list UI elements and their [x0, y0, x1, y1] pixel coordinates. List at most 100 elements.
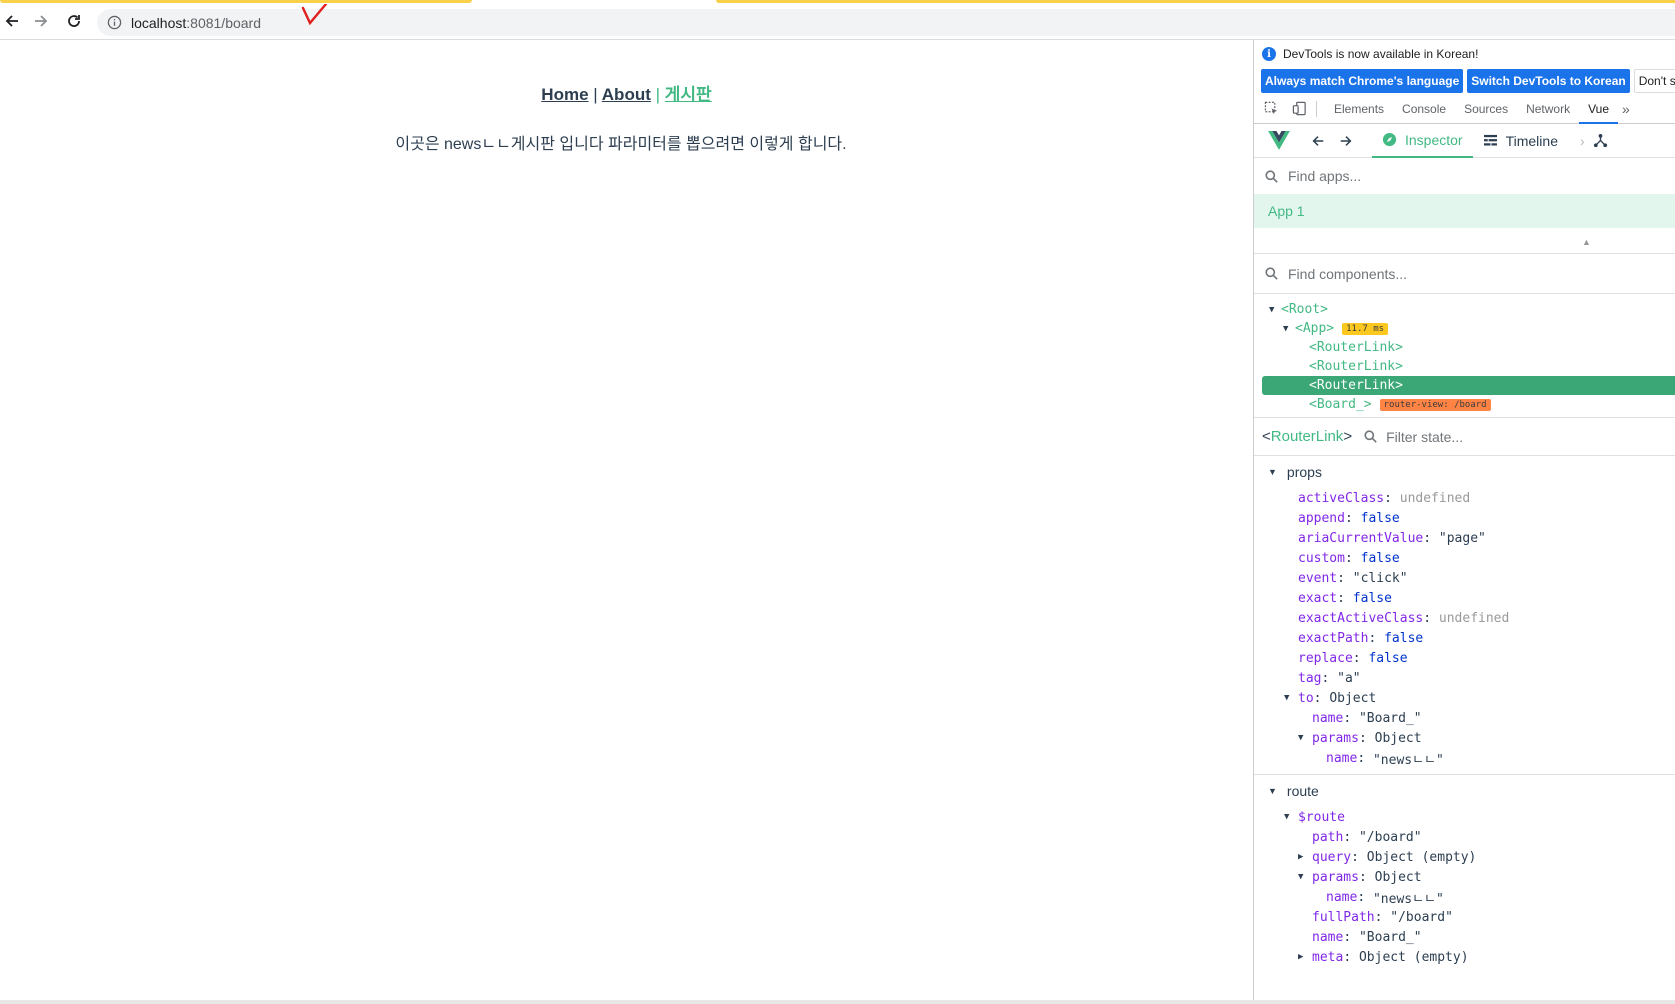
route-row[interactable]: name: "newsㄴㄴ"	[1254, 887, 1675, 907]
history-back-button[interactable]	[1304, 134, 1332, 148]
prop-row[interactable]: ariaCurrentValue: "page"	[1254, 528, 1675, 548]
timeline-label: Timeline	[1505, 132, 1558, 149]
section-title: props	[1286, 464, 1322, 480]
url-host: localhost	[131, 15, 187, 31]
prop-row[interactable]: custom: false	[1254, 548, 1675, 568]
prop-row[interactable]: activeClass: undefined	[1254, 488, 1675, 508]
tab-elements[interactable]: Elements	[1325, 94, 1393, 124]
find-components-input[interactable]: Find components...	[1254, 254, 1675, 294]
nav-separator: |	[593, 85, 598, 104]
expand-triangle-icon: ▶	[1298, 852, 1304, 862]
prop-row[interactable]: exactPath: false	[1254, 628, 1675, 648]
prop-row-params[interactable]: ▼ params: Object	[1254, 728, 1675, 748]
url-text[interactable]: localhost:8081/board	[131, 15, 261, 31]
find-apps-input[interactable]: Find apps...	[1254, 158, 1675, 194]
inspect-element-button[interactable]	[1260, 99, 1282, 119]
back-button[interactable]	[0, 9, 24, 33]
node-name: <Board_>	[1309, 397, 1372, 412]
find-components-placeholder: Find components...	[1288, 265, 1408, 282]
tab-console[interactable]: Console	[1393, 94, 1455, 124]
tree-node-routerlink[interactable]: <RouterLink>	[1254, 338, 1675, 357]
prop-row[interactable]: exactActiveClass: undefined	[1254, 608, 1675, 628]
device-icon	[1292, 101, 1306, 116]
node-name: <RouterLink>	[1309, 340, 1403, 355]
route-row[interactable]: fullPath: "/board"	[1254, 907, 1675, 927]
node-name: <RouterLink>	[1309, 359, 1403, 374]
address-bar[interactable]: localhost:8081/board	[97, 9, 1675, 36]
route-row[interactable]: ▶ meta: Object (empty)	[1254, 947, 1675, 967]
search-icon	[1265, 169, 1278, 183]
prop-row[interactable]: name: "Board_"	[1254, 708, 1675, 728]
arrow-right-icon	[1340, 135, 1352, 146]
tree-node-app[interactable]: ▼ <App> 11.7 ms	[1254, 319, 1675, 338]
caret-up-icon: ▲	[1582, 237, 1591, 247]
section-title: route	[1286, 783, 1319, 799]
prop-row[interactable]: name: "newsㄴㄴ"	[1254, 748, 1675, 768]
tab-sources[interactable]: Sources	[1455, 94, 1517, 124]
reload-button[interactable]	[62, 9, 86, 33]
tab-inspector[interactable]: Inspector	[1372, 124, 1473, 158]
more-tabs-icon[interactable]: »	[1618, 101, 1634, 117]
route-row[interactable]: ▶ query: Object (empty)	[1254, 847, 1675, 867]
render-time-badge: 11.7 ms	[1342, 322, 1389, 335]
selected-component-name: <RouterLink>	[1262, 428, 1353, 445]
pane-resize-handle[interactable]: ▲	[1254, 228, 1675, 254]
arrow-left-icon	[1312, 135, 1324, 146]
prop-row[interactable]: exact: false	[1254, 588, 1675, 608]
filter-state-input[interactable]: Filter state...	[1386, 429, 1463, 445]
tab-timeline[interactable]: Timeline	[1473, 124, 1568, 158]
inspector-label: Inspector	[1405, 131, 1463, 148]
site-info-icon[interactable]	[107, 15, 122, 35]
dont-show-button[interactable]: Don't show	[1633, 69, 1675, 93]
arrow-right-icon	[35, 15, 48, 27]
switch-language-button[interactable]: Switch DevTools to Korean	[1467, 69, 1630, 93]
route-row[interactable]: ▼ $route	[1254, 807, 1675, 827]
timeline-icon	[1483, 134, 1497, 146]
nav-board-link[interactable]: 게시판	[665, 85, 712, 104]
collapse-triangle-icon: ▼	[1268, 786, 1277, 796]
state-header: <RouterLink> Filter state...	[1254, 418, 1675, 456]
tree-node-root[interactable]: ▼ <Root>	[1254, 300, 1675, 319]
graph-icon	[1593, 133, 1607, 148]
url-path: :8081/board	[186, 15, 261, 31]
page-viewport: Home | About | 게시판 이곳은 newsㄴㄴ게시판 입니다 파라미…	[0, 40, 1253, 1000]
props-section-toggle[interactable]: ▼ props	[1254, 456, 1675, 488]
find-apps-placeholder: Find apps...	[1288, 168, 1362, 184]
prop-row-to[interactable]: ▼ to: Object	[1254, 688, 1675, 708]
devtools-tabbar: Elements Console Sources Network Vue »	[1254, 94, 1675, 124]
prop-row[interactable]: append: false	[1254, 508, 1675, 528]
tree-node-routerlink-selected[interactable]: <RouterLink>	[1262, 376, 1675, 395]
component-graph-button[interactable]	[1593, 133, 1608, 148]
inspect-icon	[1264, 101, 1277, 115]
match-language-button[interactable]: Always match Chrome's language	[1261, 69, 1464, 93]
bottom-edge	[0, 1000, 1675, 1004]
tree-node-board[interactable]: <Board_> router-view: /board	[1254, 395, 1675, 414]
tab-vue[interactable]: Vue	[1579, 94, 1619, 124]
arrow-left-icon	[5, 15, 18, 27]
search-icon	[1265, 267, 1278, 280]
prop-row[interactable]: replace: false	[1254, 648, 1675, 668]
prop-row[interactable]: event: "click"	[1254, 568, 1675, 588]
node-name: <Root>	[1281, 302, 1328, 317]
nav-separator: |	[655, 85, 661, 104]
vue-logo-icon	[1268, 131, 1290, 150]
expand-triangle-icon[interactable]: ▼	[1283, 324, 1295, 334]
nav-about-link[interactable]: About	[602, 85, 651, 104]
tree-node-routerlink[interactable]: <RouterLink>	[1254, 357, 1675, 376]
nav-home-link[interactable]: Home	[541, 85, 588, 104]
expand-triangle-icon[interactable]: ▼	[1269, 305, 1281, 315]
device-toolbar-button[interactable]	[1288, 99, 1310, 119]
forward-button[interactable]	[29, 9, 53, 33]
history-forward-button[interactable]	[1332, 134, 1360, 148]
route-section-toggle[interactable]: ▼ route	[1254, 775, 1675, 807]
tab-network[interactable]: Network	[1517, 94, 1579, 124]
route-row[interactable]: name: "Board_"	[1254, 927, 1675, 947]
reload-icon	[68, 15, 80, 27]
devtools-panel: i DevTools is now available in Korean! A…	[1253, 40, 1675, 1000]
component-tree: ▼ <Root> ▼ <App> 11.7 ms <RouterLink> <R…	[1254, 294, 1675, 418]
prop-row[interactable]: tag: "a"	[1254, 668, 1675, 688]
expand-triangle-icon: ▼	[1284, 812, 1290, 822]
app-list-item[interactable]: App 1	[1254, 194, 1675, 228]
route-row[interactable]: ▼ params: Object	[1254, 867, 1675, 887]
route-row[interactable]: path: "/board"	[1254, 827, 1675, 847]
